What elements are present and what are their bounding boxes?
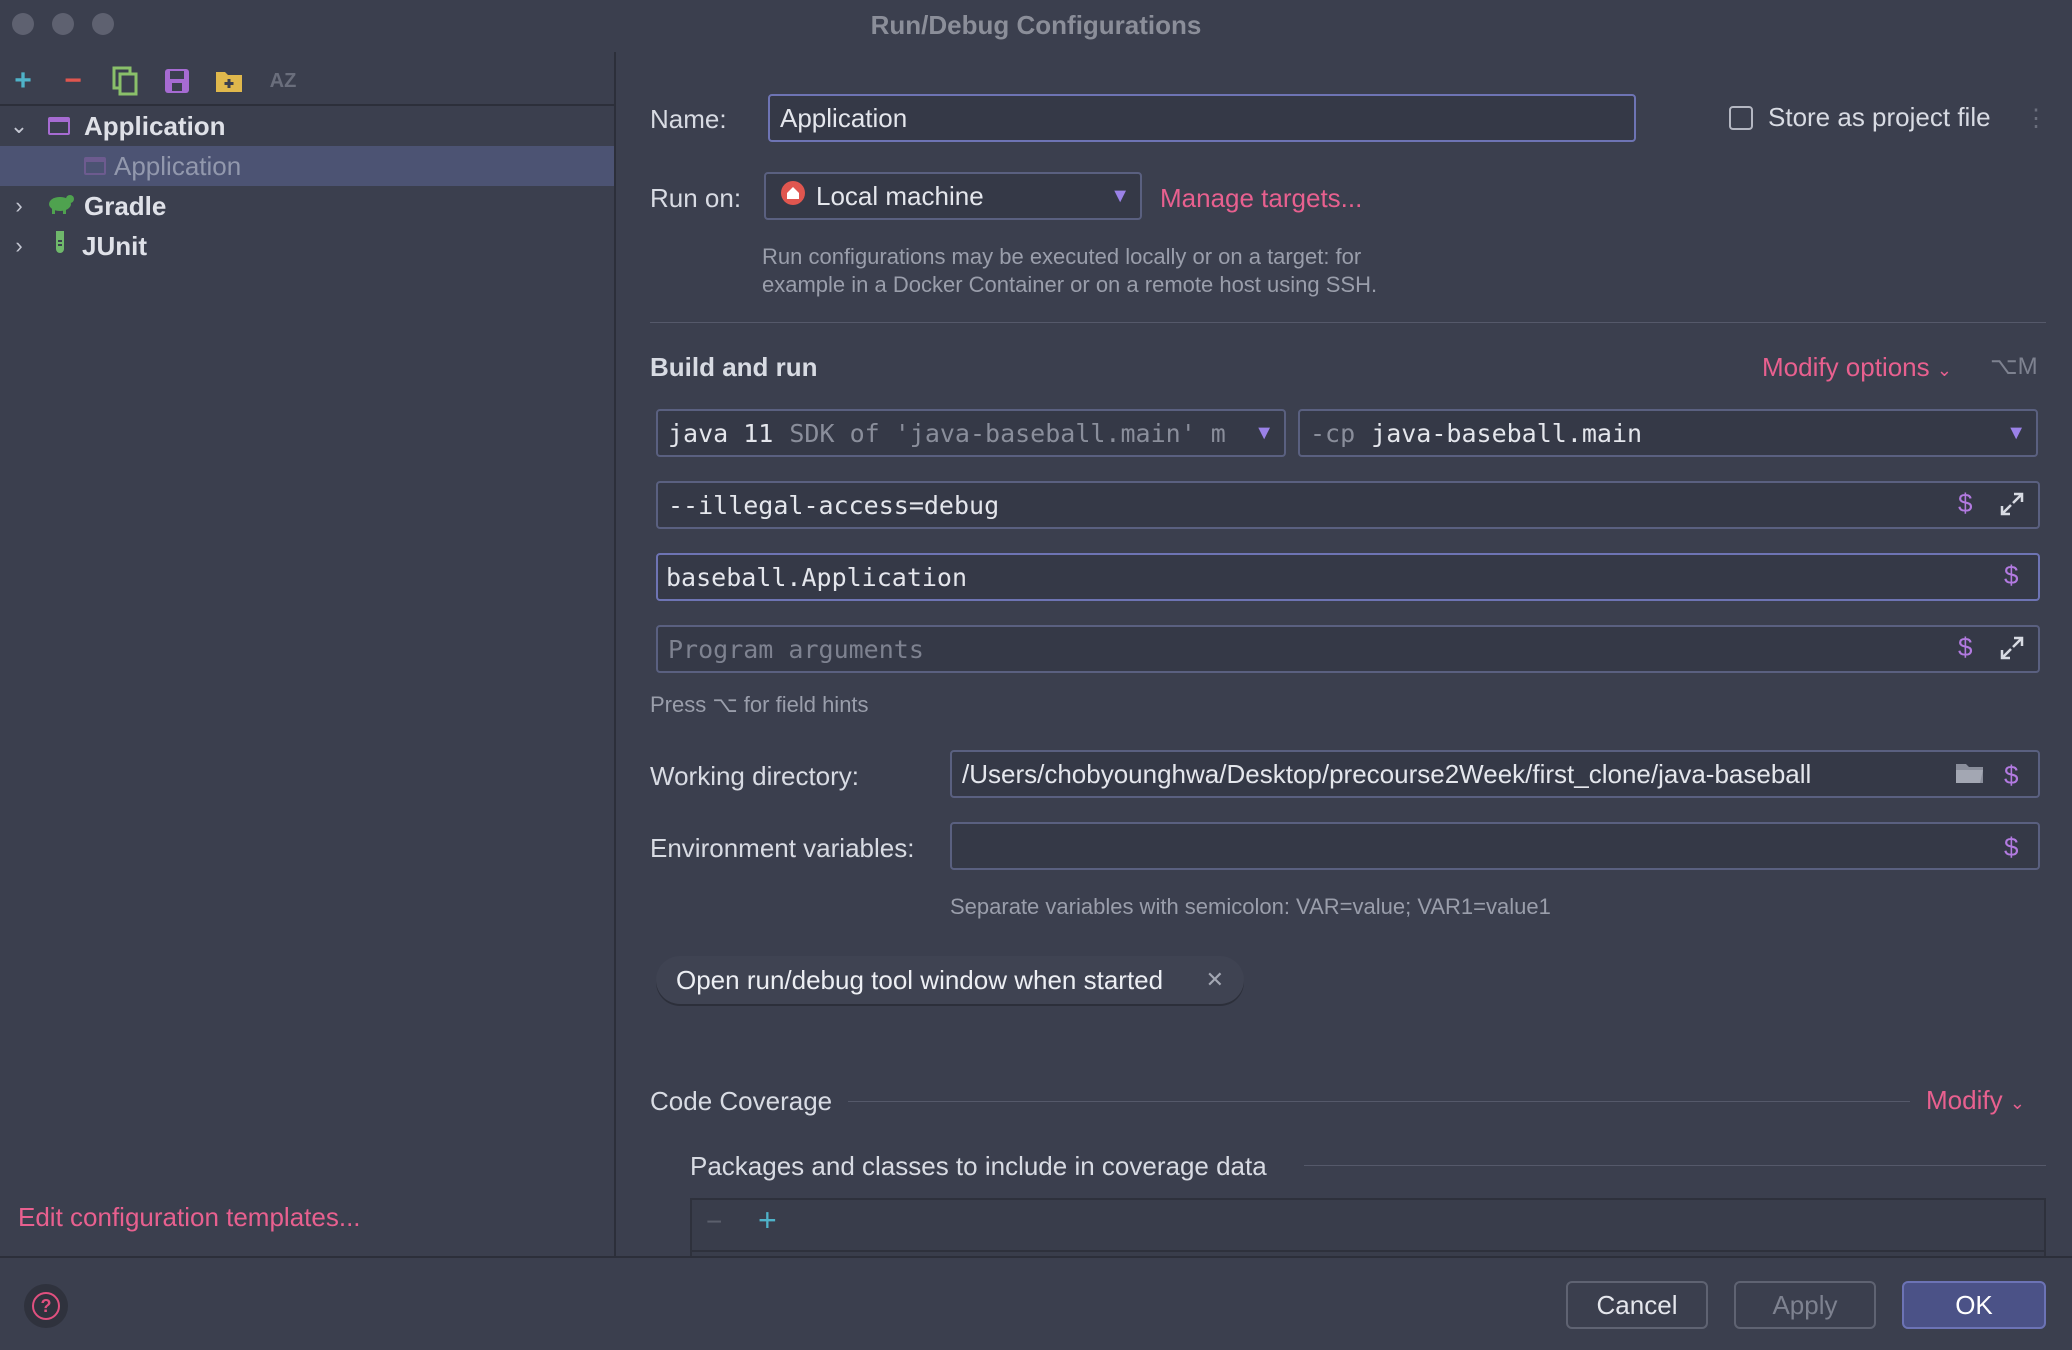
manage-targets-link[interactable]: Manage targets... <box>1160 183 1362 214</box>
panel-splitter[interactable] <box>614 52 616 1256</box>
chevron-down-icon: ⌄ <box>2009 1093 2025 1113</box>
chevron-down-icon: ▼ <box>1110 184 1130 207</box>
run-on-hint-line1: Run configurations may be executed local… <box>762 244 1362 269</box>
macro-dollar-icon[interactable]: $ <box>1958 488 1972 519</box>
macro-dollar-icon[interactable]: $ <box>1958 632 1972 663</box>
footer-divider <box>0 1256 2072 1258</box>
window-title: Run/Debug Configurations <box>870 10 1202 40</box>
tree-item-label: Gradle <box>84 190 167 221</box>
jdk-dropdown[interactable]: java 11 SDK of 'java-baseball.main' m ▼ <box>656 409 1286 457</box>
tree-item-application-group[interactable]: ⌄ Application <box>0 106 614 146</box>
modify-options-shortcut: ⌥M <box>1990 353 2038 380</box>
tree-item-label: Application <box>84 110 226 141</box>
cancel-button[interactable]: Cancel <box>1566 1281 1708 1329</box>
macro-dollar-icon[interactable]: $ <box>2004 760 2018 791</box>
modify-options-link[interactable]: Modify options ⌄ <box>1762 352 1952 383</box>
classpath-value: java-baseball.main <box>1371 418 1643 448</box>
name-input[interactable]: Application <box>768 94 1636 142</box>
chevron-right-icon[interactable]: › <box>6 233 32 259</box>
table-header-divider <box>692 1250 2044 1252</box>
program-arguments-placeholder: Program arguments <box>668 634 924 664</box>
environment-variables-label: Environment variables: <box>650 833 915 863</box>
divider <box>1304 1165 2046 1166</box>
name-label: Name: <box>650 104 727 134</box>
modify-options-label: Modify options <box>1762 352 1930 382</box>
main-class-value: baseball.Application <box>666 562 968 592</box>
minus-icon[interactable]: − <box>58 64 88 97</box>
field-hints-text: Press ⌥ for field hints <box>650 692 869 717</box>
divider <box>848 1101 1910 1102</box>
vm-options-input[interactable]: --illegal-access=debug <box>656 481 2040 529</box>
title-bar: Run/Debug Configurations <box>0 0 2072 50</box>
close-icon[interactable]: ✕ <box>1206 967 1224 993</box>
run-on-label: Run on: <box>650 183 742 213</box>
edit-templates-link[interactable]: Edit configuration templates... <box>18 1202 361 1233</box>
option-chip[interactable]: Open run/debug tool window when started … <box>656 956 1244 1004</box>
folder-icon[interactable] <box>1954 760 1986 791</box>
run-on-value: Local machine <box>816 180 984 211</box>
gradle-icon <box>46 191 76 222</box>
more-vertical-icon[interactable]: ⋮ <box>2024 104 2048 133</box>
tree-item-junit[interactable]: › JUnit <box>0 226 614 266</box>
chevron-down-icon: ▼ <box>1254 421 1274 444</box>
tree-item-label: Application <box>114 150 242 181</box>
coverage-packages-label: Packages and classes to include in cover… <box>690 1151 1267 1181</box>
remove-icon[interactable]: − <box>706 1206 722 1238</box>
program-arguments-input[interactable]: Program arguments <box>656 625 2040 673</box>
tree-item-gradle[interactable]: › Gradle <box>0 186 614 226</box>
coverage-modify-label: Modify <box>1926 1085 2003 1115</box>
add-icon[interactable]: + <box>758 1202 777 1239</box>
classpath-prefix: -cp <box>1310 418 1356 448</box>
vm-options-value: --illegal-access=debug <box>668 490 1000 520</box>
chevron-down-icon: ▼ <box>2006 421 2026 444</box>
chevron-right-icon[interactable]: › <box>6 193 32 219</box>
copy-icon[interactable] <box>110 66 140 96</box>
store-as-project-checkbox[interactable] <box>1729 106 1753 130</box>
macro-dollar-icon[interactable]: $ <box>2004 560 2018 591</box>
house-icon <box>780 180 806 213</box>
expand-icon[interactable] <box>1998 634 2026 662</box>
sort-az-icon[interactable]: AZ <box>268 66 298 96</box>
environment-variables-input[interactable] <box>950 822 2040 870</box>
working-directory-label: Working directory: <box>650 761 860 791</box>
code-coverage-title: Code Coverage <box>650 1086 833 1116</box>
main-class-input[interactable]: baseball.Application <box>656 553 2040 601</box>
tree-item-label: JUnit <box>82 230 147 261</box>
chevron-down-icon: ⌄ <box>1936 360 1952 380</box>
folder-add-icon[interactable] <box>214 66 244 96</box>
jdk-detail: SDK of 'java-baseball.main' m <box>789 418 1226 448</box>
macro-dollar-icon[interactable]: $ <box>2004 832 2018 863</box>
tree-item-application-config[interactable]: Application <box>0 146 614 186</box>
chevron-down-icon[interactable]: ⌄ <box>6 113 32 139</box>
application-icon <box>84 157 106 175</box>
help-icon: ? <box>32 1292 60 1320</box>
option-chip-label: Open run/debug tool window when started <box>676 964 1164 995</box>
coverage-packages-table: − + <box>690 1198 2046 1256</box>
coverage-modify-link[interactable]: Modify ⌄ <box>1926 1085 2025 1116</box>
run-on-dropdown[interactable]: Local machine ▼ <box>764 172 1142 220</box>
expand-icon[interactable] <box>1998 490 2026 518</box>
help-button[interactable]: ? <box>24 1284 68 1328</box>
plus-icon[interactable]: + <box>8 64 38 97</box>
jdk-main: java 11 <box>668 418 774 448</box>
run-on-hint-line2: example in a Docker Container or on a re… <box>762 272 1378 297</box>
classpath-dropdown[interactable]: -cp java-baseball.main ▼ <box>1298 409 2038 457</box>
store-as-project-label: Store as project file <box>1768 102 1991 132</box>
working-directory-value: /Users/chobyounghwa/Desktop/precourse2We… <box>962 758 1812 789</box>
build-run-title: Build and run <box>650 352 818 382</box>
environment-variables-hint: Separate variables with semicolon: VAR=v… <box>950 894 1551 919</box>
working-directory-input[interactable]: /Users/chobyounghwa/Desktop/precourse2We… <box>950 750 2040 798</box>
apply-button[interactable]: Apply <box>1734 1281 1876 1329</box>
junit-icon <box>52 230 68 263</box>
ok-button[interactable]: OK <box>1902 1281 2046 1329</box>
divider <box>650 322 2046 323</box>
application-icon <box>48 117 70 135</box>
save-icon[interactable] <box>162 66 192 96</box>
